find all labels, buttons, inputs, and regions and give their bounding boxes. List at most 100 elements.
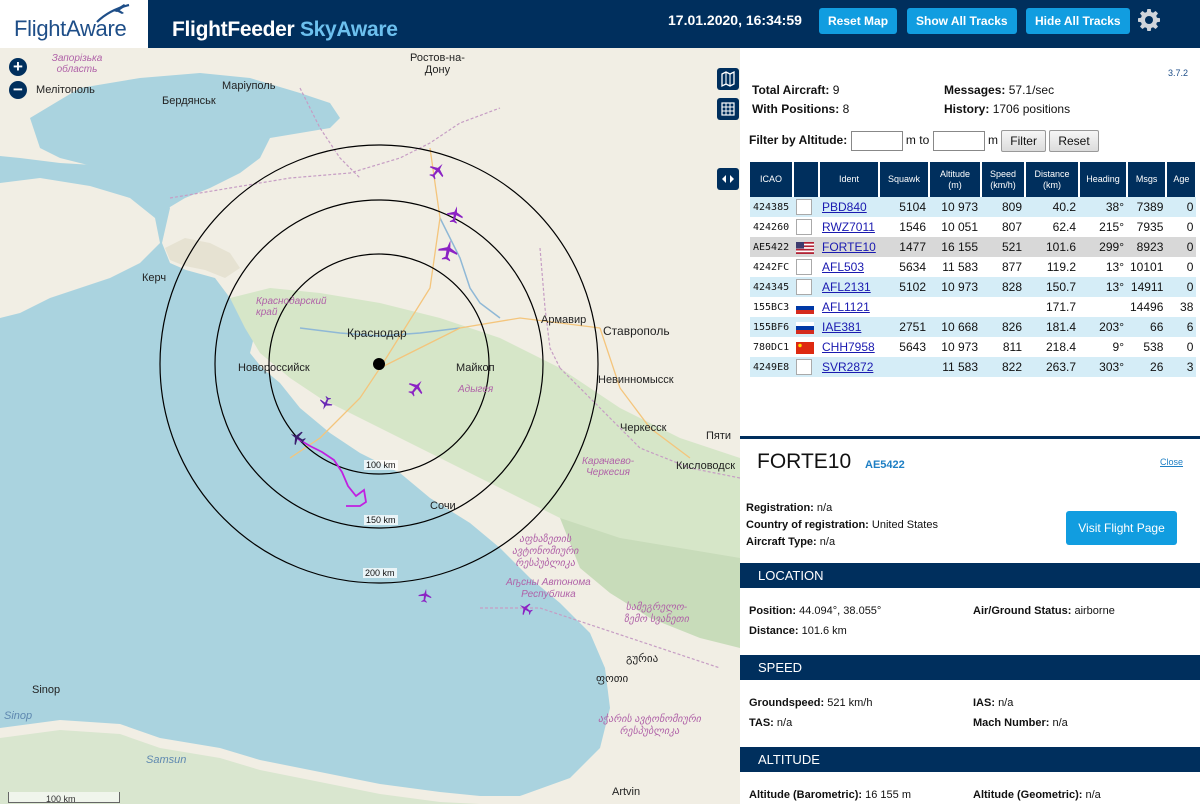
table-row[interactable]: 780DC1 CHH7958 5643 10 973 811 218.4 9° 538 0	[750, 337, 1197, 357]
cell-flag	[793, 317, 819, 337]
col-heading[interactable]: Heading	[1079, 162, 1128, 197]
ident-link[interactable]: RWZ7011	[822, 220, 875, 234]
filter-button[interactable]: Filter	[1001, 130, 1046, 152]
cell-altitude: 10 973	[929, 277, 981, 297]
unknown-flag-icon	[796, 199, 812, 215]
altitude-max-input[interactable]	[932, 131, 985, 151]
cell-squawk	[879, 297, 929, 317]
ident-link[interactable]: AFL503	[822, 260, 864, 274]
altitude-min-input[interactable]	[850, 131, 903, 151]
gear-icon[interactable]	[1137, 8, 1161, 32]
hide-all-tracks-button[interactable]: Hide All Tracks	[1026, 8, 1130, 34]
cell-speed: 811	[981, 337, 1025, 357]
col-msgs[interactable]: Msgs	[1127, 162, 1168, 197]
ident-link[interactable]: AFL1121	[822, 300, 870, 314]
cell-age: 3	[1166, 357, 1197, 377]
table-row[interactable]: 4242FC AFL503 5634 11 583 877 119.2 13° 10101 0	[750, 257, 1197, 277]
map-label-poti: ფოთი	[596, 673, 629, 685]
cell-age: 0	[1166, 237, 1197, 257]
cell-heading: 203°	[1079, 317, 1127, 337]
zoom-in-button[interactable]: +	[9, 58, 27, 76]
ring-label-100: 100 km	[364, 460, 398, 470]
col-age[interactable]: Age	[1166, 162, 1198, 197]
show-all-tracks-button[interactable]: Show All Tracks	[907, 8, 1017, 34]
altitude-baro-label: Altitude (Barometric):	[749, 789, 863, 801]
cell-ident: PBD840	[819, 197, 879, 217]
ident-link[interactable]: IAE381	[822, 320, 861, 334]
cell-ident: IAE381	[819, 317, 879, 337]
messages-stat: Messages: 57.1/sec	[944, 83, 1054, 97]
selected-aircraft-ident: FORTE10	[757, 450, 852, 473]
aircraft-marker-CHH7958[interactable]	[416, 587, 434, 605]
altitude-geom-label: Altitude (Geometric):	[973, 789, 1083, 801]
table-row[interactable]: 424345 AFL2131 5102 10 973 828 150.7 13° 14911 0	[750, 277, 1197, 297]
cell-distance: 171.7	[1025, 297, 1079, 317]
table-row[interactable]: 424260 RWZ7011 1546 10 051 807 62.4 215° 7935 0	[750, 217, 1197, 237]
cell-altitude: 10 973	[929, 337, 981, 357]
cell-msgs: 26	[1127, 357, 1167, 377]
cell-icao: 424385	[750, 197, 793, 217]
panel-toggle-button[interactable]	[717, 168, 739, 190]
ident-link[interactable]: PBD840	[822, 200, 867, 214]
col-distance[interactable]: Distance (km)	[1025, 162, 1080, 197]
table-row[interactable]: AE5422 FORTE10 1477 16 155 521 101.6 299° 8923 0	[750, 237, 1197, 257]
selected-aircraft-icao[interactable]: AE5422	[865, 459, 905, 471]
ident-link[interactable]: SVR2872	[822, 360, 873, 374]
cell-speed: 807	[981, 217, 1025, 237]
section-speed: SPEED	[740, 655, 1200, 680]
registration-value: n/a	[816, 502, 833, 514]
cell-msgs: 14911	[1127, 277, 1167, 297]
close-detail-link[interactable]: Close	[1160, 457, 1183, 467]
map-layers-button[interactable]	[717, 68, 739, 90]
col-flag[interactable]	[793, 162, 820, 197]
cell-heading: 299°	[1079, 237, 1127, 257]
map-view[interactable]: Запорізька область Мелітополь Маріуполь …	[0, 48, 740, 804]
map-label-zaporizhzhia: Запорізька область	[51, 53, 103, 75]
cell-age: 6	[1166, 317, 1197, 337]
cell-distance: 150.7	[1025, 277, 1079, 297]
cell-altitude: 16 155	[929, 237, 981, 257]
position-value: 44.094°, 38.055°	[799, 605, 882, 617]
position-label: Position:	[749, 605, 797, 617]
cell-msgs: 14496	[1127, 297, 1167, 317]
col-squawk[interactable]: Squawk	[879, 162, 930, 197]
cell-altitude	[929, 297, 981, 317]
with-positions-label: With Positions:	[752, 102, 840, 116]
ident-link[interactable]: CHH7958	[822, 340, 875, 354]
map-label-guria: გურია	[626, 653, 659, 665]
table-row[interactable]: 424385 PBD840 5104 10 973 809 40.2 38° 7389 0	[750, 197, 1197, 217]
col-altitude[interactable]: Altitude (m)	[929, 162, 982, 197]
flightaware-logo[interactable]: FlightAware	[0, 0, 148, 48]
table-row[interactable]: 155BC3 AFL1121 171.7 14496 38	[750, 297, 1197, 317]
history-stat: History: 1706 positions	[944, 102, 1070, 116]
air-ground-label: Air/Ground Status:	[973, 605, 1072, 617]
map-label-novorossiysk: Новороссийск	[238, 362, 310, 374]
reset-filter-button[interactable]: Reset	[1049, 130, 1099, 152]
expand-arrows-icon	[722, 175, 734, 183]
visit-flight-page-button[interactable]: Visit Flight Page	[1066, 511, 1177, 545]
cell-speed: 826	[981, 317, 1025, 337]
col-icao[interactable]: ICAO	[750, 162, 794, 197]
ident-link[interactable]: FORTE10	[822, 240, 876, 254]
with-positions-value: 8	[842, 102, 850, 116]
col-ident[interactable]: Ident	[819, 162, 880, 197]
map-label-sinop-city: Sinop	[32, 684, 61, 696]
registration-label: Registration:	[746, 502, 814, 514]
cell-flag	[793, 197, 819, 217]
distance-value: 101.6 km	[801, 625, 847, 637]
cell-heading	[1079, 297, 1127, 317]
grid-toggle-button[interactable]	[717, 98, 739, 120]
cell-distance: 101.6	[1025, 237, 1079, 257]
table-row[interactable]: 155BF6 IAE381 2751 10 668 826 181.4 203° 66 6	[750, 317, 1197, 337]
map-label-nevinnomyssk: Невинномысск	[598, 374, 674, 386]
app-title-accent: SkyAware	[299, 18, 398, 41]
table-row[interactable]: 4249E8 SVR2872 11 583 822 263.7 303° 26 3	[750, 357, 1197, 377]
col-speed[interactable]: Speed (km/h)	[981, 162, 1026, 197]
app-title: FlightFeeder SkyAware	[172, 18, 398, 42]
country-field: Country of registration: United States	[746, 519, 938, 531]
cell-distance: 62.4	[1025, 217, 1079, 237]
zoom-out-button[interactable]: −	[9, 81, 27, 99]
reset-map-button[interactable]: Reset Map	[819, 8, 898, 34]
ident-link[interactable]: AFL2131	[822, 280, 871, 294]
version-label: 3.7.2	[1167, 68, 1188, 78]
